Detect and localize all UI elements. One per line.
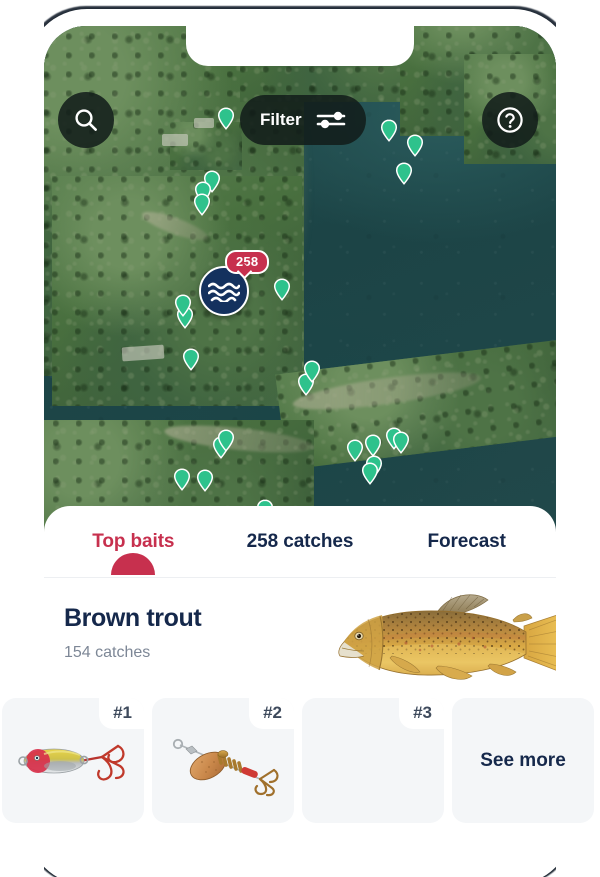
catch-count-badge: 258: [225, 250, 270, 274]
filter-button[interactable]: Filter: [240, 95, 366, 145]
baits-carousel[interactable]: #1 #2 #3 See more: [0, 698, 600, 823]
tab-top-baits[interactable]: Top baits: [50, 530, 217, 575]
bait-card-2[interactable]: #2: [152, 698, 294, 823]
spoon-lure-red-yellow: [14, 724, 132, 798]
map-landmass-west: [52, 176, 302, 406]
help-button[interactable]: [482, 92, 538, 148]
sliders-icon: [316, 110, 346, 130]
location-pin-icon[interactable]: [174, 294, 192, 317]
see-more-card[interactable]: See more: [452, 698, 594, 823]
tab-catches-label: 258 catches: [246, 530, 354, 552]
question-mark-icon: [495, 105, 525, 135]
tab-top-baits-label: Top baits: [92, 530, 175, 552]
tab-forecast[interactable]: Forecast: [383, 531, 550, 553]
location-pin-icon[interactable]: [395, 162, 413, 185]
catch-cluster-marker[interactable]: 258: [199, 250, 270, 316]
location-pin-icon[interactable]: [182, 348, 200, 371]
search-icon: [73, 107, 99, 133]
tab-forecast-label: Forecast: [427, 530, 506, 552]
brown-trout-illustration: [328, 588, 556, 692]
location-pin-icon[interactable]: [217, 429, 235, 452]
screenshot-root: 258 Filter Top baits 258 catches Forecas…: [0, 0, 600, 877]
location-pin-icon[interactable]: [346, 439, 364, 462]
bait-rank-2: #2: [249, 698, 294, 729]
location-pin-icon[interactable]: [196, 469, 214, 492]
location-pin-icon[interactable]: [361, 462, 379, 485]
location-pin-icon[interactable]: [364, 434, 382, 457]
species-card[interactable]: Brown trout 154 catches: [44, 578, 556, 700]
tab-bar: Top baits 258 catches Forecast: [44, 506, 556, 578]
phone-notch: [186, 26, 414, 66]
location-pin-icon[interactable]: [392, 431, 410, 454]
location-pin-icon[interactable]: [303, 360, 321, 383]
spinner-lure-copper: [164, 724, 282, 798]
bait-card-3[interactable]: #3: [302, 698, 444, 823]
map-view[interactable]: 258 Filter: [44, 26, 556, 532]
search-button[interactable]: [58, 92, 114, 148]
bait-card-1[interactable]: #1: [2, 698, 144, 823]
bait-rank-3: #3: [399, 698, 444, 729]
filter-label: Filter: [260, 110, 302, 129]
tab-active-indicator: [111, 552, 156, 575]
bait-rank-1: #1: [99, 698, 144, 729]
see-more-label: See more: [480, 749, 566, 771]
location-pin-icon[interactable]: [173, 468, 191, 491]
map-controls: Filter: [44, 92, 556, 148]
bait-image-placeholder: [314, 724, 432, 798]
location-pin-icon[interactable]: [193, 193, 211, 216]
location-pin-icon[interactable]: [273, 278, 291, 301]
tab-catches[interactable]: 258 catches: [217, 531, 384, 553]
map-building: [121, 344, 165, 362]
